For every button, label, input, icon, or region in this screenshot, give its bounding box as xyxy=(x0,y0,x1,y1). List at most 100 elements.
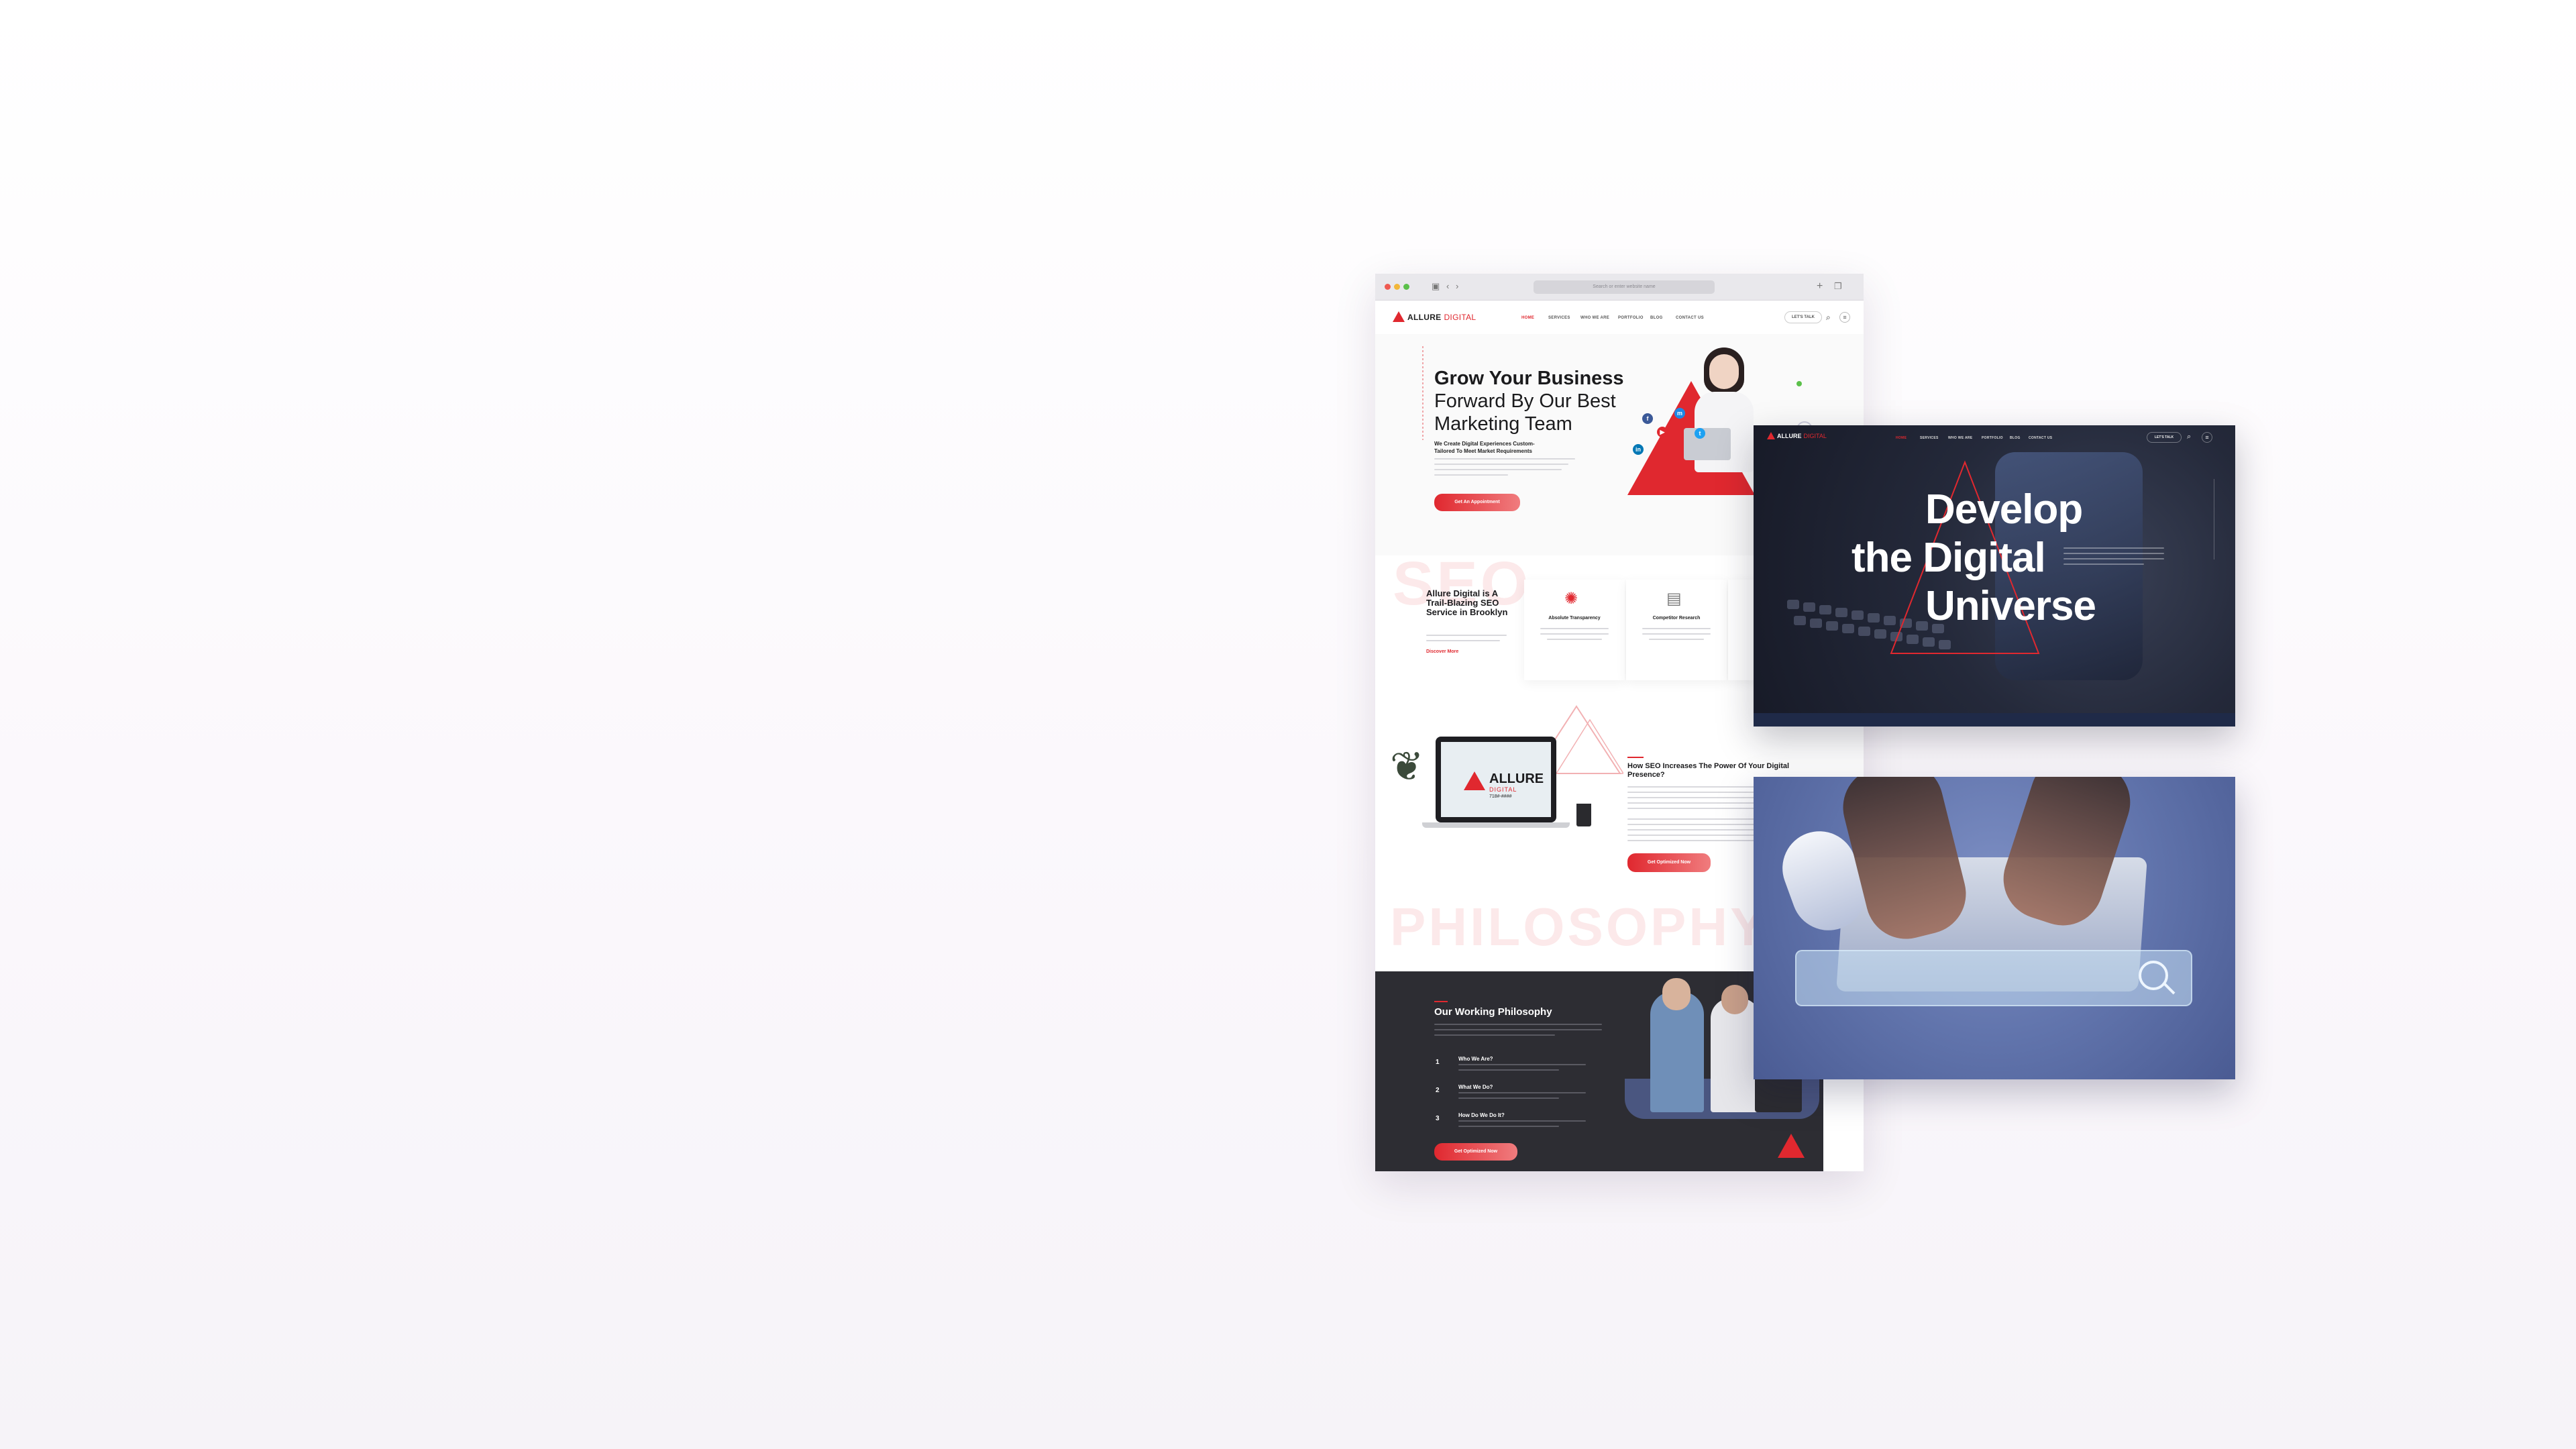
text-line xyxy=(1426,635,1507,636)
nav-contact-us[interactable]: CONTACT US xyxy=(1676,316,1704,320)
menu-icon[interactable]: ≡ xyxy=(2202,432,2212,443)
hero-title-line3: Marketing Team xyxy=(1434,413,1572,435)
text-line xyxy=(1458,1092,1586,1093)
brand-name: ALLURE xyxy=(1407,313,1442,322)
hero-title-line3: Universe xyxy=(1925,583,2096,629)
search-icon xyxy=(2139,961,2168,990)
brand-suffix: DIGITAL xyxy=(1444,313,1477,322)
forward-arrow-icon[interactable]: › xyxy=(1456,281,1458,292)
keyboard-search-panel xyxy=(1754,777,2235,1079)
search-icon[interactable]: ⌕ xyxy=(2187,433,2191,441)
search-icon[interactable]: ⌕ xyxy=(1826,313,1831,323)
search-bar-overlay[interactable] xyxy=(1795,950,2192,1006)
text-line xyxy=(1540,633,1609,635)
step-number: 3 xyxy=(1436,1115,1440,1122)
brain-icon: ✺ xyxy=(1564,590,1578,608)
bottom-strip xyxy=(1754,713,2235,727)
brand-logo[interactable]: ALLURE DIGITAL xyxy=(1393,311,1476,322)
site-header: ALLURE DIGITAL HOME SERVICES WHO WE ARE … xyxy=(1375,301,1864,334)
hero-subtitle: We Create Digital Experiences Custom-Tai… xyxy=(1434,441,1535,454)
nav-home[interactable]: HOME xyxy=(1896,436,1907,440)
logo-triangle-icon xyxy=(1464,771,1485,790)
philosophy-optimize-button[interactable]: Get Optimized Now xyxy=(1434,1143,1517,1161)
youtube-icon: ▶ xyxy=(1657,427,1668,437)
nav-who-we-are[interactable]: WHO WE ARE xyxy=(1948,436,1972,440)
hero-woman-photo xyxy=(1670,347,1764,495)
step-title: Who We Are? xyxy=(1458,1056,1493,1062)
hero-title-line1: Develop xyxy=(1925,486,2083,533)
text-line xyxy=(1458,1126,1559,1127)
nav-services[interactable]: SERVICES xyxy=(1548,316,1570,320)
nav-who-we-are[interactable]: WHO WE ARE xyxy=(1580,316,1609,320)
text-line xyxy=(1434,469,1562,470)
tabs-overview-icon[interactable]: ❐ xyxy=(1834,281,1842,292)
text-line xyxy=(1434,464,1568,465)
back-arrow-icon[interactable]: ‹ xyxy=(1446,281,1449,292)
feature-title: Competitor Research xyxy=(1652,616,1701,621)
text-line xyxy=(1458,1120,1586,1122)
text-line xyxy=(1434,1029,1602,1030)
close-window-icon[interactable] xyxy=(1385,284,1391,290)
text-line xyxy=(1540,628,1609,629)
text-line xyxy=(2063,547,2164,549)
intro-title: Allure Digital is A Trail-Blazing SEO Se… xyxy=(1426,588,1508,617)
feature-card[interactable]: ▤ Competitor Research xyxy=(1626,580,1727,680)
hero-title-line2: the Digital xyxy=(1851,535,2046,581)
text-line xyxy=(1547,639,1602,640)
messenger-icon: m xyxy=(1674,408,1685,419)
nav-home[interactable]: HOME xyxy=(1521,316,1534,320)
text-line xyxy=(1434,1024,1602,1025)
text-line xyxy=(1649,639,1704,640)
decorative-dot xyxy=(1796,381,1802,386)
nav-portfolio[interactable]: PORTFOLIO xyxy=(1618,316,1644,320)
facebook-icon: f xyxy=(1642,413,1653,424)
browser-toolbar: ▣ ‹ › Search or enter website name + ❐ xyxy=(1375,274,1864,301)
nav-blog[interactable]: BLOG xyxy=(2010,436,2021,440)
discover-more-link[interactable]: Discover More xyxy=(1426,649,1458,654)
minimize-window-icon[interactable] xyxy=(1394,284,1400,290)
logo-triangle-icon xyxy=(1767,432,1775,439)
lets-talk-button[interactable]: LET'S TALK xyxy=(1784,311,1822,323)
get-appointment-button[interactable]: Get An Appointment xyxy=(1434,494,1520,511)
plant-icon: ❦ xyxy=(1390,744,1424,789)
pencil-cup-icon xyxy=(1576,804,1591,826)
menu-icon[interactable]: ≡ xyxy=(1839,312,1850,323)
feature-card[interactable]: ✺ Absolute Transparency xyxy=(1524,580,1625,680)
brand-name: ALLURE xyxy=(1777,433,1802,439)
chart-icon: ▤ xyxy=(1666,590,1682,608)
text-line xyxy=(1458,1069,1559,1071)
text-line xyxy=(1627,840,1762,841)
lets-talk-button[interactable]: LET'S TALK xyxy=(2147,432,2182,443)
brand-logo[interactable]: ALLURE DIGITAL xyxy=(1767,432,1827,439)
sidebar-icon[interactable]: ▣ xyxy=(1432,281,1440,292)
text-line xyxy=(1458,1097,1559,1099)
text-line xyxy=(2063,564,2144,565)
search-icon-handle xyxy=(2163,983,2176,995)
nav-services[interactable]: SERVICES xyxy=(1920,436,1939,440)
text-line xyxy=(1434,474,1508,476)
hero-title-line2: Forward By Our Best xyxy=(1434,390,1616,412)
text-line xyxy=(1642,628,1711,629)
zoom-window-icon[interactable] xyxy=(1403,284,1409,290)
address-bar[interactable]: Search or enter website name xyxy=(1534,280,1715,294)
get-optimized-button[interactable]: Get Optimized Now xyxy=(1627,853,1711,872)
text-line xyxy=(1426,640,1500,641)
text-line xyxy=(1458,1064,1586,1065)
accent-line xyxy=(1434,1001,1448,1002)
nav-contact-us[interactable]: CONTACT US xyxy=(2029,436,2052,440)
accent-line xyxy=(1627,757,1644,758)
text-line xyxy=(1642,633,1711,635)
decorative-dots xyxy=(1422,346,1424,440)
new-tab-icon[interactable]: + xyxy=(1817,281,1823,292)
text-line xyxy=(2063,553,2164,554)
step-number: 2 xyxy=(1436,1087,1440,1094)
nav-blog[interactable]: BLOG xyxy=(1650,316,1663,320)
laptop-brand-suffix: DIGITAL xyxy=(1489,786,1517,793)
step-title: How Do We Do It? xyxy=(1458,1112,1505,1118)
linkedin-icon: in xyxy=(1633,444,1644,455)
text-line xyxy=(1434,1034,1555,1036)
nav-portfolio[interactable]: PORTFOLIO xyxy=(1982,436,2003,440)
laptop-brand-name: ALLURE xyxy=(1489,771,1544,786)
text-line xyxy=(1434,458,1575,460)
logo-triangle-icon xyxy=(1393,311,1405,322)
